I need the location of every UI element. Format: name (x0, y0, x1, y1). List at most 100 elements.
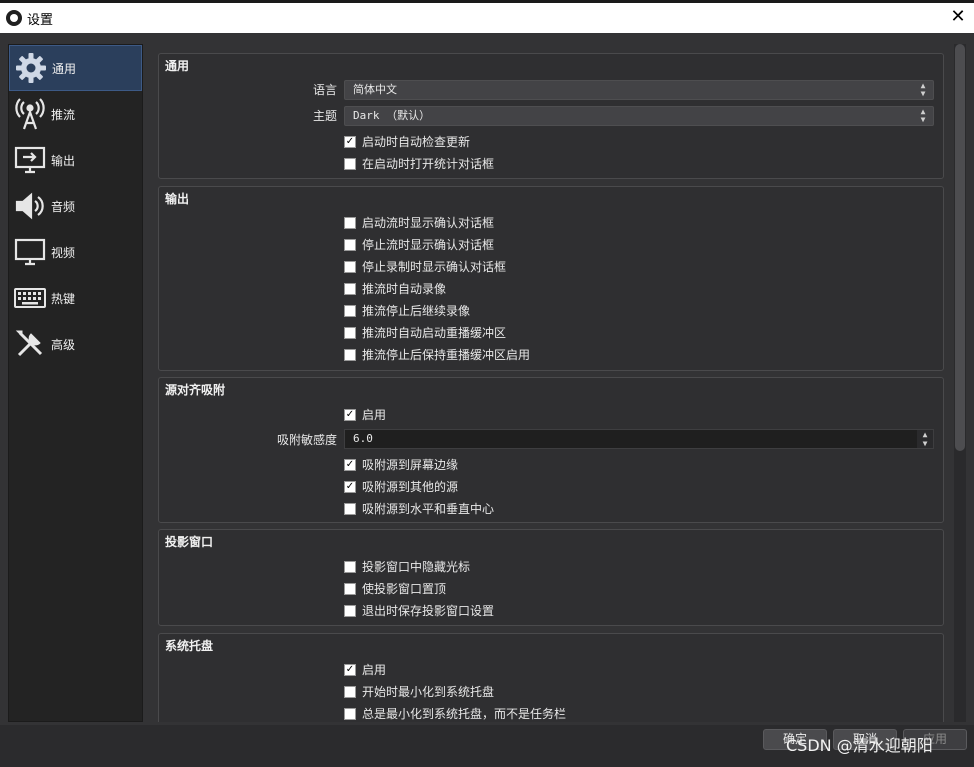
checkbox[interactable] (344, 604, 356, 617)
spin-down-icon[interactable]: ▼ (917, 439, 933, 448)
sidebar-item-audio[interactable]: 音频 (9, 183, 142, 229)
option-label: 启用 (362, 663, 387, 677)
check-updates-row[interactable]: 启动时自动检查更新 (344, 133, 470, 150)
option-label: 停止录制时显示确认对话框 (362, 260, 507, 274)
checkbox[interactable] (344, 480, 356, 493)
option-label: 停止流时显示确认对话框 (362, 238, 495, 252)
checkbox[interactable] (344, 216, 356, 229)
sidebar-item-video[interactable]: 视频 (9, 229, 142, 275)
option-label: 启动流时显示确认对话框 (362, 216, 495, 230)
checkbox[interactable] (344, 582, 356, 595)
projector-option-row[interactable]: 使投影窗口置顶 (344, 580, 446, 597)
sidebar-item-label: 通用 (52, 61, 77, 76)
group-title: 系统托盘 (165, 639, 214, 653)
group-snapping: 源对齐吸附 启用 吸附敏感度 6.0 ▲ ▼ 吸附源到屏幕边缘 吸附源到其他的源… (158, 377, 944, 523)
output-option-row[interactable]: 停止流时显示确认对话框 (344, 236, 494, 253)
checkbox[interactable] (344, 238, 356, 251)
language-select[interactable]: 简体中文 ▲ ▼ (344, 80, 934, 100)
output-monitor-icon (11, 141, 49, 179)
checkbox[interactable] (344, 282, 356, 295)
obs-logo-icon (6, 10, 22, 26)
checkbox[interactable] (344, 326, 356, 339)
language-value: 简体中文 (353, 83, 397, 96)
close-icon[interactable]: ✕ (946, 5, 970, 29)
snapping-enable-checkbox[interactable] (344, 408, 356, 421)
theme-value: Dark （默认） (353, 109, 431, 122)
checkbox[interactable] (344, 502, 356, 515)
option-label: 吸附源到其他的源 (362, 480, 459, 494)
output-option-row[interactable]: 启动流时显示确认对话框 (344, 214, 494, 231)
output-option-row[interactable]: 推流时自动录像 (344, 280, 446, 297)
theme-select[interactable]: Dark （默认） ▲ ▼ (344, 106, 934, 126)
language-label: 语言 (312, 83, 337, 97)
group-title: 输出 (165, 192, 190, 206)
sidebar-item-label: 音频 (51, 199, 76, 214)
output-option-row[interactable]: 推流停止后保持重播缓冲区启用 (344, 346, 530, 363)
output-option-row[interactable]: 停止录制时显示确认对话框 (344, 258, 506, 275)
snapping-option-row[interactable]: 吸附源到其他的源 (344, 478, 458, 495)
sidebar-item-advanced[interactable]: 高级 (9, 321, 142, 367)
option-label: 吸附源到屏幕边缘 (362, 458, 459, 472)
group-output: 输出 启动流时显示确认对话框 停止流时显示确认对话框 停止录制时显示确认对话框 … (158, 186, 944, 371)
sidebar-item-general[interactable]: 通用 (9, 45, 142, 91)
output-option-row[interactable]: 推流时自动启动重播缓冲区 (344, 324, 506, 341)
sidebar-item-label: 输出 (51, 153, 76, 168)
checkbox[interactable] (344, 663, 356, 676)
sensitivity-spinbox[interactable]: 6.0 ▲ ▼ (344, 429, 934, 449)
checkbox[interactable] (344, 260, 356, 273)
stats-dialog-row[interactable]: 在启动时打开统计对话框 (344, 155, 494, 172)
watermark: CSDN @清水迎朝阳 (786, 736, 933, 755)
gear-icon (12, 49, 50, 87)
group-title: 源对齐吸附 (165, 383, 226, 397)
option-label: 推流时自动启动重播缓冲区 (362, 326, 507, 340)
stats-dialog-checkbox[interactable] (344, 157, 356, 170)
tray-option-row[interactable]: 开始时最小化到系统托盘 (344, 683, 494, 700)
combo-arrows-icon: ▲ ▼ (920, 107, 926, 124)
tray-option-row[interactable]: 启用 (344, 661, 386, 678)
output-option-row[interactable]: 推流停止后继续录像 (344, 302, 470, 319)
projector-option-row[interactable]: 投影窗口中隐藏光标 (344, 558, 470, 575)
broadcast-antenna-icon (11, 95, 49, 133)
spin-up-icon[interactable]: ▲ (917, 430, 933, 439)
group-tray: 系统托盘 启用 开始时最小化到系统托盘 总是最小化到系统托盘，而不是任务栏 (158, 633, 944, 722)
checkbox[interactable] (344, 707, 356, 720)
sidebar-item-label: 视频 (51, 245, 76, 260)
option-label: 推流停止后继续录像 (362, 304, 471, 318)
group-general: 通用 语言 简体中文 ▲▼ 主题 Dark （默认） ▲▼ 启动时自动检查更新 … (158, 53, 944, 179)
checkbox[interactable] (344, 304, 356, 317)
vertical-scrollbar[interactable] (954, 44, 966, 722)
checkbox[interactable] (344, 560, 356, 573)
checkbox[interactable] (344, 458, 356, 471)
keyboard-icon (11, 279, 49, 317)
spin-buttons: ▲ ▼ (917, 430, 933, 448)
checkbox[interactable] (344, 685, 356, 698)
settings-content: 通用 语言 简体中文 ▲▼ 主题 Dark （默认） ▲▼ 启动时自动检查更新 … (152, 44, 946, 722)
option-label: 总是最小化到系统托盘，而不是任务栏 (362, 707, 567, 721)
snapping-enable-label: 启用 (362, 408, 387, 422)
sidebar-item-hotkeys[interactable]: 热键 (9, 275, 142, 321)
group-title: 投影窗口 (165, 535, 214, 549)
sidebar-item-output[interactable]: 输出 (9, 137, 142, 183)
snapping-option-row[interactable]: 吸附源到水平和垂直中心 (344, 500, 494, 517)
scrollbar-thumb[interactable] (955, 44, 965, 451)
sensitivity-value: 6.0 (353, 432, 373, 445)
tray-option-row[interactable]: 总是最小化到系统托盘，而不是任务栏 (344, 705, 566, 722)
monitor-icon (11, 233, 49, 271)
option-label: 退出时保存投影窗口设置 (362, 604, 495, 618)
sidebar-item-stream[interactable]: 推流 (9, 91, 142, 137)
speaker-icon (11, 187, 49, 225)
check-updates-checkbox[interactable] (344, 135, 356, 148)
snapping-enable-row[interactable]: 启用 (344, 406, 386, 423)
settings-window: 通用 推流 输出 音频 视频 热键 高级 通用 语言 简体中文 ▲ ▼ 主题 D… (0, 33, 974, 767)
group-projector: 投影窗口 投影窗口中隐藏光标 使投影窗口置顶 退出时保存投影窗口设置 (158, 529, 944, 626)
group-title: 通用 (165, 59, 190, 73)
sidebar-item-label: 推流 (51, 107, 76, 122)
snapping-option-row[interactable]: 吸附源到屏幕边缘 (344, 456, 458, 473)
sidebar-item-label: 高级 (51, 337, 76, 352)
checkbox[interactable] (344, 348, 356, 361)
option-label: 投影窗口中隐藏光标 (362, 560, 471, 574)
projector-option-row[interactable]: 退出时保存投影窗口设置 (344, 602, 494, 619)
sensitivity-label: 吸附敏感度 (276, 433, 337, 447)
combo-arrows-icon: ▲ ▼ (920, 81, 926, 98)
dialog-button-bar: 确定 取消 应用 CSDN @清水迎朝阳 (0, 725, 974, 767)
